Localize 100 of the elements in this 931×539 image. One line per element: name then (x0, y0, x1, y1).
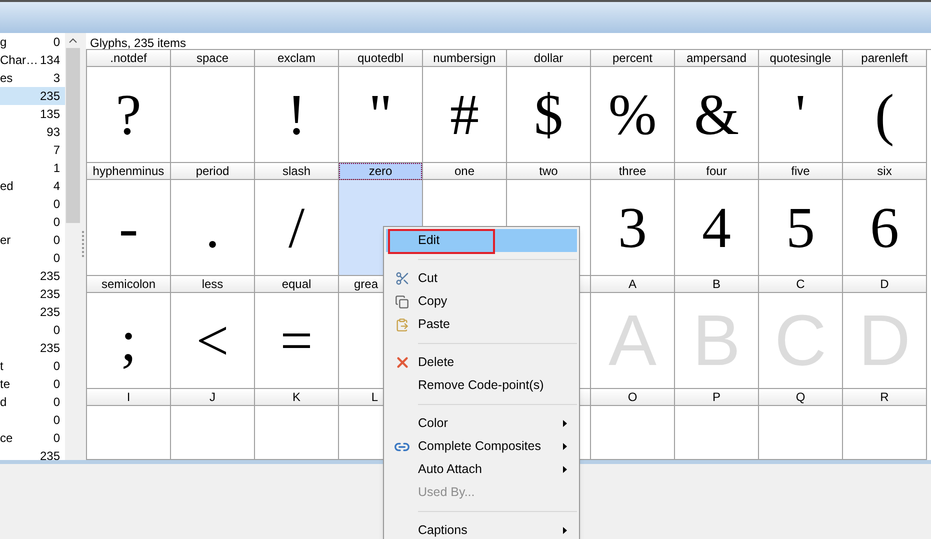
glyph-name: parenleft (861, 52, 908, 64)
glyph-name: five (791, 165, 810, 177)
glyph-cell[interactable]: J (171, 389, 255, 460)
glyph-name: exclam (277, 52, 316, 64)
glyph-set-row[interactable]: 135 (0, 105, 65, 123)
glyph-name: C (796, 278, 805, 290)
glyph-cell[interactable]: K (255, 389, 339, 460)
glyph-set-row[interactable]: es 3 (0, 69, 65, 87)
glyph-name: J (210, 391, 216, 403)
set-name: t (0, 358, 4, 375)
glyph-set-row[interactable]: 0 (0, 195, 65, 213)
glyph-name: ampersand (686, 52, 747, 64)
glyph-set-row[interactable]: d 0 (0, 393, 65, 411)
set-count: 0 (53, 250, 60, 267)
set-name: ce (0, 430, 13, 447)
clipboard-icon (395, 318, 409, 332)
glyph-name: two (539, 165, 558, 177)
glyph-preview: ! (286, 86, 306, 144)
set-count: 0 (53, 214, 60, 231)
submenu-arrow-icon (563, 443, 567, 450)
set-count: 0 (53, 232, 60, 249)
glyph-preview: % (608, 86, 657, 144)
glyph-name: L (371, 391, 378, 403)
glyph-name: quotesingle (770, 52, 832, 64)
glyph-preview: - (118, 198, 138, 256)
glyph-set-row[interactable]: 235 (0, 285, 65, 303)
glyph-set-row[interactable]: 0 (0, 321, 65, 339)
glyph-name: P (712, 391, 720, 403)
glyph-name: A (628, 278, 636, 290)
glyph-preview: ' (795, 86, 806, 144)
menu-item[interactable]: Auto Attach (386, 458, 577, 481)
glyph-set-row[interactable]: 93 (0, 123, 65, 141)
glyph-set-row[interactable]: 235 (0, 447, 65, 460)
glyph-set-row[interactable]: 1 (0, 159, 65, 177)
glyph-name: D (880, 278, 889, 290)
set-name: g (0, 34, 7, 51)
glyph-set-row[interactable]: t 0 (0, 357, 65, 375)
submenu-arrow-icon (563, 420, 567, 427)
set-count: 0 (53, 358, 60, 375)
glyph-name: R (880, 391, 889, 403)
glyph-set-row[interactable]: 235 (0, 267, 65, 285)
set-count: 135 (40, 106, 60, 123)
glyph-preview: ? (116, 86, 142, 144)
set-count: 235 (40, 286, 60, 303)
set-name: er (0, 232, 11, 249)
glyph-set-row[interactable]: 0 (0, 411, 65, 429)
glyph-name: I (126, 391, 130, 403)
glyph-set-row[interactable]: 235 (0, 87, 65, 105)
glyph-name: one (454, 165, 475, 177)
glyph-preview: 6 (870, 198, 899, 256)
glyph-name: four (706, 165, 727, 177)
glyph-set-row[interactable]: te 0 (0, 375, 65, 393)
glyph-preview: / (288, 198, 305, 256)
glyph-name: equal (282, 278, 312, 290)
submenu-arrow-icon (563, 527, 567, 534)
glyph-name: period (196, 165, 230, 177)
menu-item[interactable]: Edit (386, 229, 577, 252)
glyph-preview: 4 (702, 198, 731, 256)
glyph-cell[interactable]: P (675, 389, 759, 460)
glyph-cell[interactable]: R (843, 389, 927, 460)
set-count: 235 (40, 88, 60, 105)
glyph-preview: ; (120, 312, 137, 370)
menu-item[interactable]: Captions (386, 519, 577, 539)
set-name: Char… (0, 52, 38, 69)
scroll-up-icon[interactable] (68, 38, 76, 43)
glyph-set-row[interactable]: 235 (0, 339, 65, 357)
set-count: 0 (53, 394, 60, 411)
set-count: 0 (53, 322, 60, 339)
glyph-cell[interactable]: space (171, 50, 255, 163)
set-name: d (0, 394, 7, 411)
glyph-name: dollar (534, 52, 564, 64)
glyph-name: grea (354, 278, 378, 290)
glyph-set-row[interactable]: 235 (0, 303, 65, 321)
glyph-set-row[interactable]: 0 (0, 249, 65, 267)
glyph-set-row[interactable]: 7 (0, 141, 65, 159)
glyph-preview: & (694, 86, 740, 144)
glyph-set-row[interactable]: g 0 (0, 33, 65, 51)
glyph-set-row[interactable]: er 0 (0, 231, 65, 249)
set-name: es (0, 70, 13, 87)
glyph-cell[interactable]: I (87, 389, 171, 460)
glyph-set-row[interactable]: ed 4 (0, 177, 65, 195)
glyph-cell[interactable]: Q (759, 389, 843, 460)
glyph-set-row[interactable]: Char… 134 (0, 51, 65, 69)
set-count: 1 (53, 160, 60, 177)
glyph-set-row[interactable]: 0 (0, 213, 65, 231)
glyph-preview: < (196, 312, 229, 370)
submenu-arrow-icon (563, 466, 567, 473)
set-count: 0 (53, 430, 60, 447)
glyph-cell[interactable]: O (591, 389, 675, 460)
set-count: 0 (53, 196, 60, 213)
glyphs-title: Glyphs, 235 items (89, 35, 188, 49)
glyph-name: O (628, 391, 638, 403)
glyph-set-row[interactable]: ce 0 (0, 429, 65, 447)
glyph-name: six (877, 165, 892, 177)
set-count: 235 (40, 304, 60, 321)
set-count: 235 (40, 268, 60, 285)
set-count: 235 (40, 448, 60, 460)
glyph-name: less (202, 278, 224, 290)
set-count: 4 (53, 178, 60, 195)
set-count: 0 (53, 412, 60, 429)
